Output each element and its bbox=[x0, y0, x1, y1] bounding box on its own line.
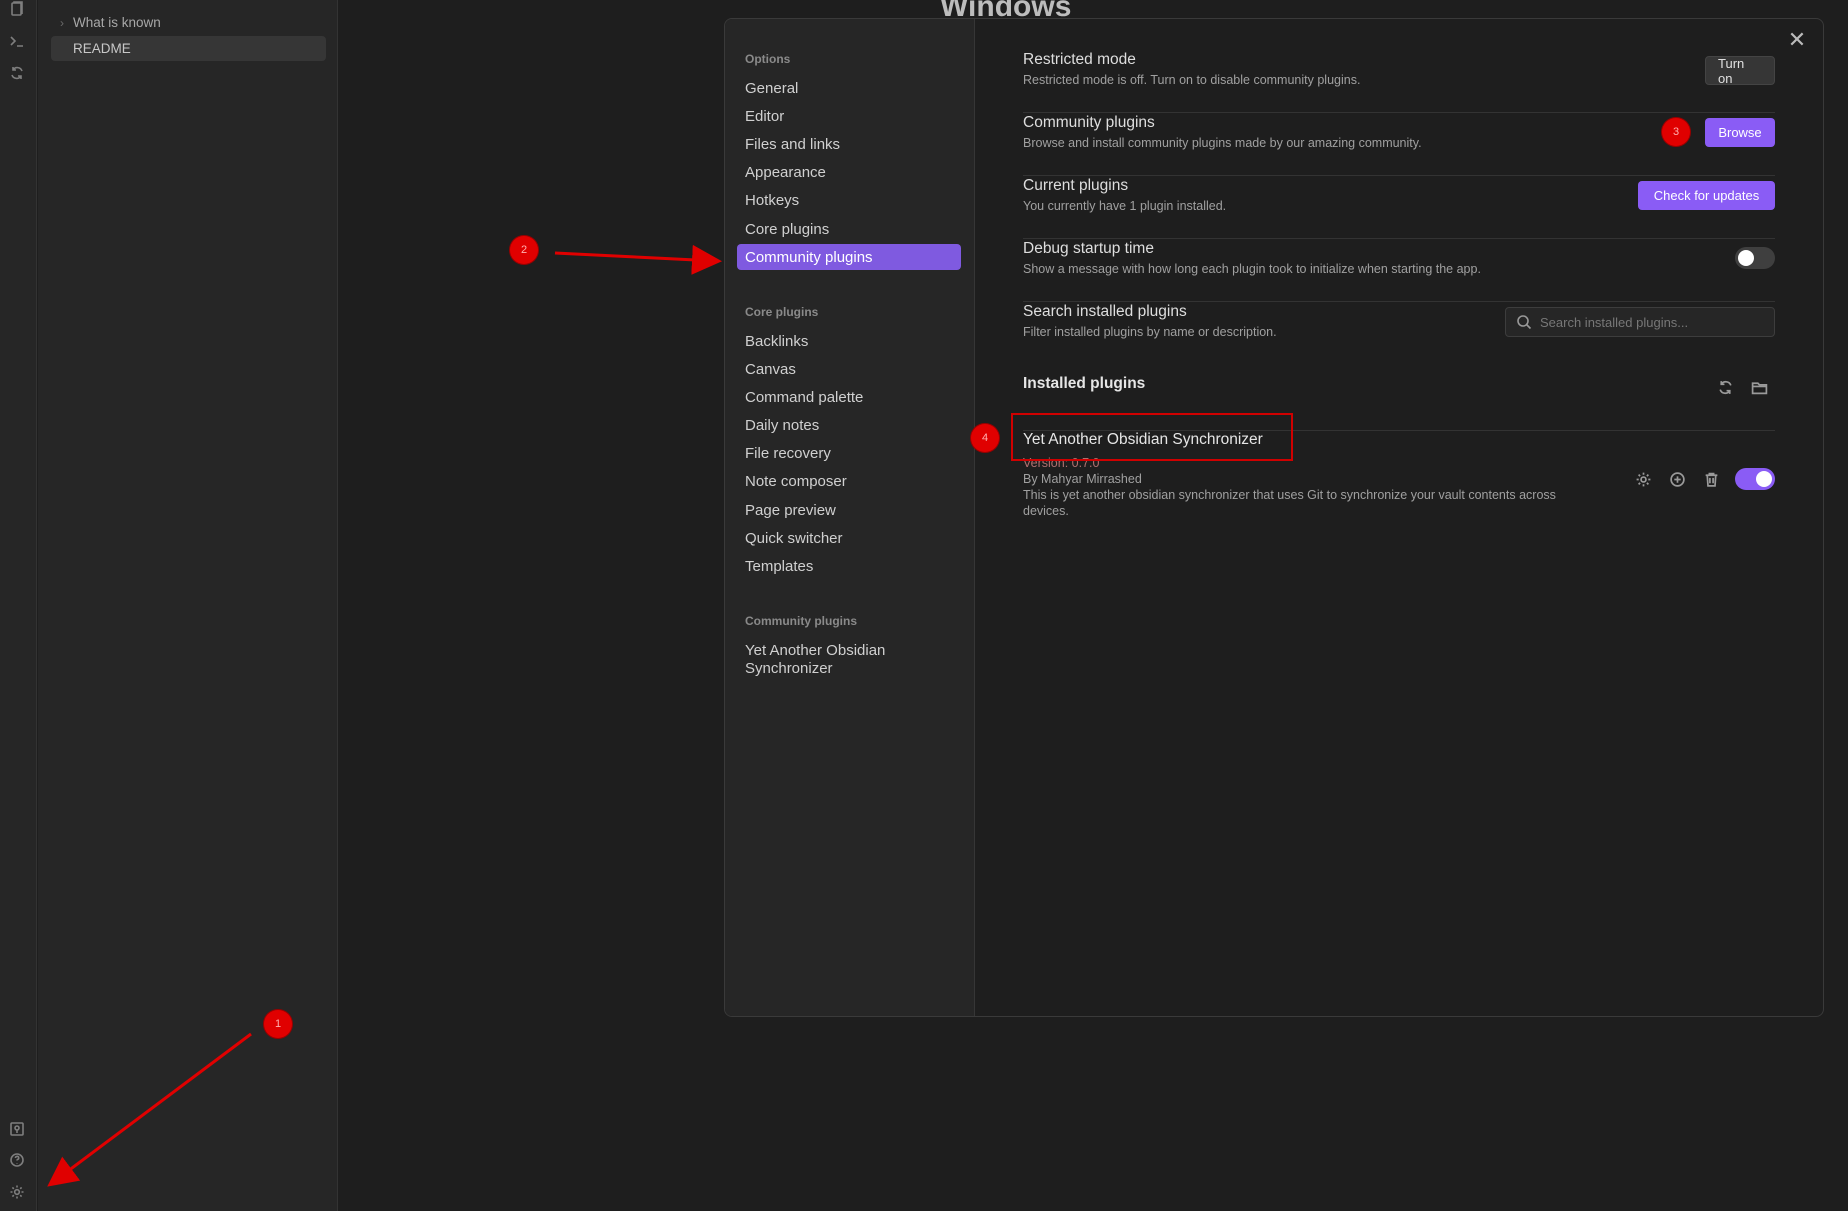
file-explorer: › What is known README bbox=[38, 0, 338, 1211]
folder-what-is-known[interactable]: › What is known bbox=[51, 10, 326, 35]
search-input[interactable] bbox=[1540, 314, 1760, 330]
plugin-hotkeys-plus-icon[interactable] bbox=[1666, 468, 1688, 490]
setting-desc: Browse and install community plugins mad… bbox=[1023, 136, 1422, 150]
nav-file-recovery[interactable]: File recovery bbox=[737, 440, 961, 466]
nav-editor[interactable]: Editor bbox=[737, 103, 961, 129]
close-icon[interactable]: ✕ bbox=[1787, 29, 1807, 51]
sync-icon[interactable] bbox=[8, 64, 26, 82]
plugin-settings-gear-icon[interactable] bbox=[1632, 468, 1654, 490]
settings-gear-icon[interactable] bbox=[8, 1183, 26, 1201]
setting-name: Restricted mode bbox=[1023, 51, 1136, 68]
file-readme[interactable]: README bbox=[51, 36, 326, 61]
nav-quick-switcher[interactable]: Quick switcher bbox=[737, 525, 961, 551]
files-icon[interactable] bbox=[8, 0, 26, 18]
search-icon bbox=[1517, 315, 1532, 330]
nav-note-composer[interactable]: Note composer bbox=[737, 468, 961, 494]
annotation-badge-3: 3 bbox=[1662, 118, 1690, 146]
terminal-icon[interactable] bbox=[8, 32, 26, 50]
turn-on-button[interactable]: Turn on bbox=[1705, 56, 1775, 86]
folder-label: What is known bbox=[73, 15, 161, 30]
installed-plugins-heading: Installed plugins bbox=[1023, 375, 1146, 392]
open-plugins-folder-icon[interactable] bbox=[1748, 376, 1770, 398]
annotation-badge-1: 1 bbox=[264, 1010, 292, 1038]
nav-hotkeys[interactable]: Hotkeys bbox=[737, 187, 961, 213]
annotation-badge-2: 2 bbox=[510, 236, 538, 264]
search-installed-plugins-field[interactable] bbox=[1505, 307, 1775, 337]
arrow-to-community-plugins bbox=[554, 244, 722, 275]
reload-plugins-icon[interactable] bbox=[1714, 376, 1736, 398]
settings-modal: Options General Editor Files and links A… bbox=[724, 18, 1824, 1017]
file-label: README bbox=[73, 41, 131, 56]
toggle-knob bbox=[1738, 250, 1754, 266]
setting-name: Debug startup time bbox=[1023, 240, 1154, 257]
left-ribbon bbox=[0, 0, 37, 1211]
settings-sidebar: Options General Editor Files and links A… bbox=[725, 19, 975, 1016]
setting-restricted-mode: Restricted mode Restricted mode is off. … bbox=[1023, 51, 1775, 113]
nav-page-preview[interactable]: Page preview bbox=[737, 497, 961, 523]
nav-canvas[interactable]: Canvas bbox=[737, 356, 961, 382]
plugin-author: By Mahyar Mirrashed bbox=[1023, 472, 1142, 486]
nav-yet-another-obsidian-synchronizer[interactable]: Yet Another Obsidian Synchronizer bbox=[737, 642, 961, 682]
browse-button[interactable]: Browse bbox=[1705, 118, 1775, 147]
plugin-enabled-toggle[interactable] bbox=[1735, 468, 1775, 490]
options-heading: Options bbox=[745, 52, 791, 66]
debug-startup-toggle[interactable] bbox=[1735, 247, 1775, 269]
highlight-plugin-name bbox=[1011, 413, 1293, 461]
chevron-right-icon: › bbox=[60, 15, 64, 30]
annotation-badge-4: 4 bbox=[971, 424, 999, 452]
vault-switcher-icon[interactable] bbox=[8, 1120, 26, 1138]
nav-daily-notes[interactable]: Daily notes bbox=[737, 412, 961, 438]
nav-files-and-links[interactable]: Files and links bbox=[737, 131, 961, 157]
setting-desc: Show a message with how long each plugin… bbox=[1023, 262, 1481, 276]
toggle-knob bbox=[1756, 471, 1772, 487]
check-for-updates-button[interactable]: Check for updates bbox=[1638, 181, 1775, 210]
community-plugins-heading: Community plugins bbox=[745, 614, 857, 628]
nav-general[interactable]: General bbox=[737, 75, 961, 101]
nav-command-palette[interactable]: Command palette bbox=[737, 384, 961, 410]
core-plugins-heading: Core plugins bbox=[745, 305, 819, 319]
nav-core-plugins[interactable]: Core plugins bbox=[737, 216, 961, 242]
setting-debug-startup-time: Debug startup time Show a message with h… bbox=[1023, 240, 1775, 302]
plugin-description: This is yet another obsidian synchronize… bbox=[1023, 488, 1556, 518]
nav-backlinks[interactable]: Backlinks bbox=[737, 328, 961, 354]
nav-appearance[interactable]: Appearance bbox=[737, 159, 961, 185]
setting-community-plugins: Community plugins Browse and install com… bbox=[1023, 114, 1775, 176]
setting-desc: Restricted mode is off. Turn on to disab… bbox=[1023, 73, 1361, 87]
plugin-uninstall-trash-icon[interactable] bbox=[1700, 468, 1722, 490]
nav-templates[interactable]: Templates bbox=[737, 553, 961, 579]
help-icon[interactable] bbox=[8, 1151, 26, 1169]
nav-community-plugins[interactable]: Community plugins bbox=[737, 244, 961, 270]
